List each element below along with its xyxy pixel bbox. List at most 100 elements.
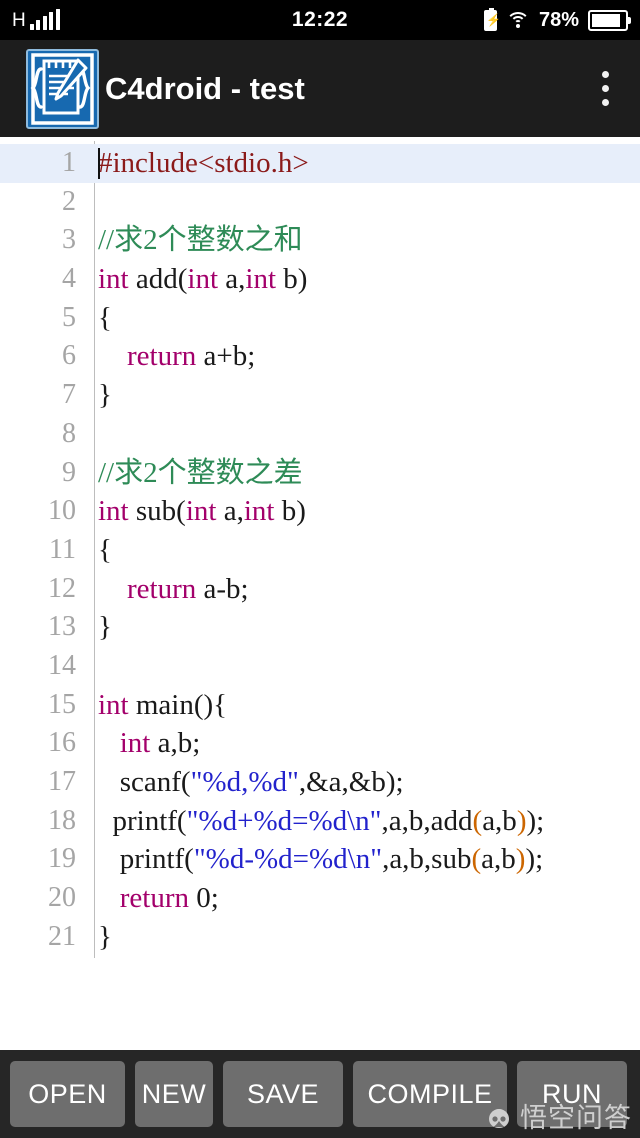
code-token: //求2个整数之和 <box>98 224 303 257</box>
code-line[interactable]: 1 #include<stdio.h> <box>0 144 640 183</box>
code-line[interactable]: 8 <box>0 415 640 454</box>
code-line-text[interactable]: //求2个整数之和 <box>88 221 640 260</box>
run-button[interactable]: RUN <box>517 1061 627 1127</box>
line-number: 12 <box>48 572 76 604</box>
line-number: 17 <box>48 766 76 797</box>
code-line-text[interactable]: return a+b; <box>88 337 640 376</box>
line-number: 20 <box>48 882 76 914</box>
code-token: a,b <box>482 804 517 837</box>
code-line-text[interactable]: { <box>88 531 640 570</box>
code-line-text[interactable]: return 0; <box>88 879 640 918</box>
line-number: 5 <box>62 301 76 333</box>
code-token: } <box>98 920 112 953</box>
code-line[interactable]: 21} <box>0 918 640 957</box>
code-lines[interactable]: 1 #include<stdio.h> 2 3//求2个整数之和 4 int add(in… <box>0 144 640 956</box>
code-token: { <box>98 533 112 566</box>
code-token: return <box>127 340 197 373</box>
code-line[interactable]: 5{ <box>0 299 640 338</box>
code-line-text[interactable]: int main(){ <box>88 686 640 725</box>
code-line-text[interactable]: int sub(int a,int b) <box>88 492 640 531</box>
code-token: b) <box>276 263 308 296</box>
code-line-text[interactable]: scanf("%d,%d",&a,&b); <box>88 763 640 802</box>
line-number: 3 <box>62 224 76 256</box>
code-line-text[interactable]: return a-b; <box>88 570 640 609</box>
code-line-text[interactable]: } <box>88 376 640 415</box>
code-line-text[interactable]: { <box>88 299 640 338</box>
code-line[interactable]: 6 return a+b; <box>0 337 640 376</box>
line-number: 11 <box>49 533 76 565</box>
code-token: int <box>119 727 151 760</box>
save-button[interactable]: SAVE <box>223 1061 343 1127</box>
code-token: printf( <box>98 804 187 837</box>
line-number: 14 <box>48 649 76 681</box>
code-token: int <box>185 495 217 528</box>
code-line[interactable]: 20 return 0; <box>0 879 640 918</box>
code-line-text[interactable]: int a,b; <box>88 724 640 763</box>
code-token: return <box>119 882 189 915</box>
new-button[interactable]: NEW <box>135 1061 213 1127</box>
line-number: 16 <box>48 727 76 759</box>
code-token: ); <box>526 804 545 837</box>
code-token: add( <box>128 263 188 296</box>
code-line-text[interactable]: int add(int a,int b) <box>88 260 640 299</box>
code-line[interactable]: 13} <box>0 608 640 647</box>
code-line-text[interactable]: printf("%d+%d=%d\n",a,b,add(a,b)); <box>88 802 640 841</box>
code-token: a,b; <box>150 727 201 760</box>
app-bar: C4droid - test <box>0 40 640 137</box>
code-token: b) <box>274 495 306 528</box>
wifi-icon <box>505 11 530 29</box>
code-line[interactable]: 14 <box>0 647 640 686</box>
code-line[interactable]: 2 <box>0 183 640 222</box>
code-line[interactable]: 17 scanf("%d,%d",&a,&b); <box>0 763 640 802</box>
code-token: int <box>243 495 275 528</box>
code-line[interactable]: 3 //求2个整数之和 <box>0 221 640 260</box>
code-token: int <box>98 688 129 721</box>
code-token: sub( <box>128 495 186 528</box>
code-token: return <box>127 572 197 605</box>
code-line[interactable]: 16 int a,b; <box>0 724 640 763</box>
code-line[interactable]: 18 printf("%d+%d=%d\n",a,b,add(a,b)); <box>0 802 640 841</box>
overflow-menu-icon[interactable] <box>588 61 622 117</box>
code-line-text[interactable]: } <box>88 608 640 647</box>
line-number: 8 <box>62 417 76 449</box>
code-token: int <box>245 263 277 296</box>
code-token: { <box>98 301 112 334</box>
code-line[interactable]: 15 int main(){ <box>0 686 640 725</box>
line-number: 9 <box>62 456 76 488</box>
code-token: //求2个整数之差 <box>98 456 303 489</box>
line-number: 1 <box>62 147 76 178</box>
code-line[interactable]: 9 //求2个整数之差 <box>0 454 640 493</box>
code-token: #include<stdio.h> <box>98 147 309 179</box>
compile-button[interactable]: COMPILE <box>353 1061 507 1127</box>
code-token: "%d+%d=%d\n" <box>186 804 382 837</box>
charging-battery-icon <box>483 7 497 31</box>
code-line[interactable]: 7} <box>0 376 640 415</box>
code-token: a, <box>218 263 246 296</box>
code-token: } <box>98 379 112 412</box>
battery-icon <box>588 9 631 31</box>
code-token: ( <box>472 804 483 837</box>
open-button[interactable]: OPEN <box>10 1061 125 1127</box>
code-line[interactable]: 4 int add(int a,int b) <box>0 260 640 299</box>
code-token: ,a,b,add <box>381 804 473 837</box>
code-line-text[interactable]: #include<stdio.h> <box>88 144 640 183</box>
code-token: int <box>98 263 129 296</box>
line-number: 2 <box>62 185 76 217</box>
code-line[interactable]: 12 return a-b; <box>0 570 640 609</box>
code-line[interactable]: 10 int sub(int a,int b) <box>0 492 640 531</box>
code-token: ) <box>515 843 526 876</box>
line-number: 13 <box>48 611 76 643</box>
code-line[interactable]: 19 printf("%d-%d=%d\n",a,b,sub(a,b)); <box>0 840 640 879</box>
code-line-text[interactable]: //求2个整数之差 <box>88 454 640 493</box>
code-line-text[interactable]: printf("%d-%d=%d\n",a,b,sub(a,b)); <box>88 840 640 879</box>
page-title: C4droid - test <box>105 70 305 106</box>
code-token: } <box>98 611 112 644</box>
line-number: 4 <box>62 263 76 295</box>
code-token: int <box>187 263 219 296</box>
code-line-text[interactable]: } <box>88 918 640 957</box>
code-editor[interactable]: 1 #include<stdio.h> 2 3//求2个整数之和 4 int add(in… <box>0 137 640 1050</box>
code-line[interactable]: 11 { <box>0 531 640 570</box>
code-token: 0; <box>189 882 219 915</box>
